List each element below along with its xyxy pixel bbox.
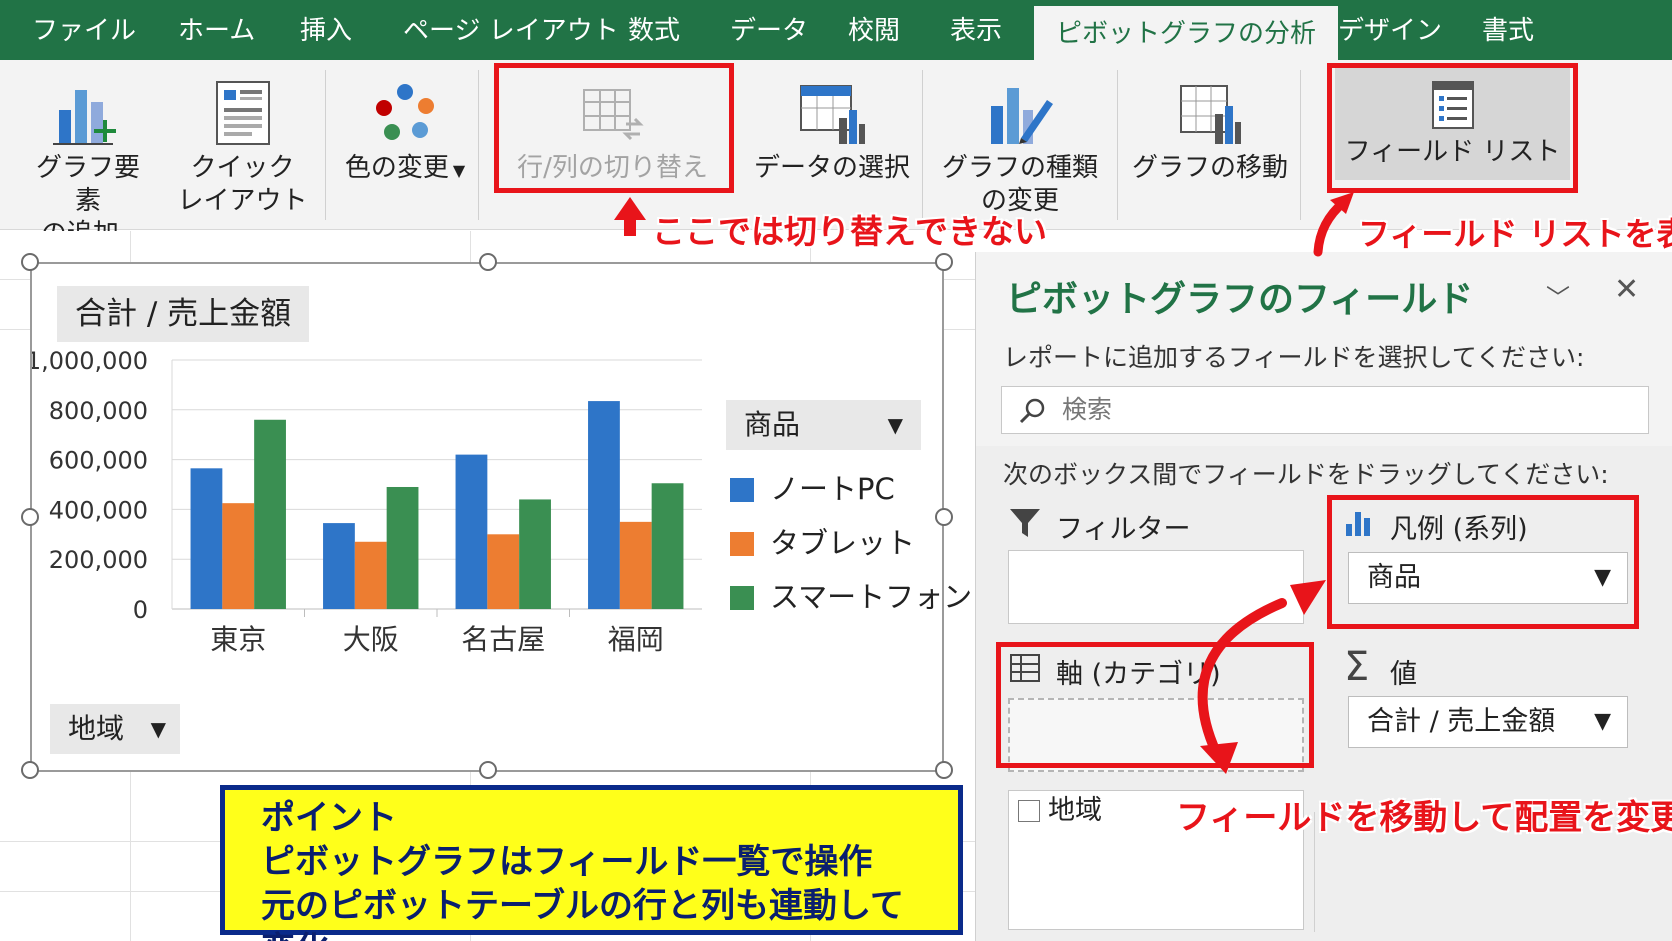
point-note: ポイント ピボットグラフはフィールド一覧で操作 元のピボットテーブルの行と列も連…: [220, 785, 963, 941]
note-line-2: 元のピボットテーブルの行と列も連動して変化: [261, 886, 904, 941]
annotation-show-field-list: フィールド リストを表示: [1358, 215, 1672, 253]
arrow-up-icon: [614, 197, 646, 236]
arrowhead-icon: [1200, 742, 1238, 774]
note-title: ポイント: [261, 798, 397, 838]
annotation-cannot-switch: ここでは切り替えできない: [652, 212, 1048, 251]
arrow-curve-icon: [1197, 598, 1287, 757]
note-line-1: ピボットグラフはフィールド一覧で操作: [261, 842, 873, 882]
arrowhead-icon: [1290, 580, 1326, 615]
annotation-move-fields: フィールドを移動して配置を変更: [1176, 798, 1672, 838]
arrow-curve-icon: [1313, 197, 1349, 257]
